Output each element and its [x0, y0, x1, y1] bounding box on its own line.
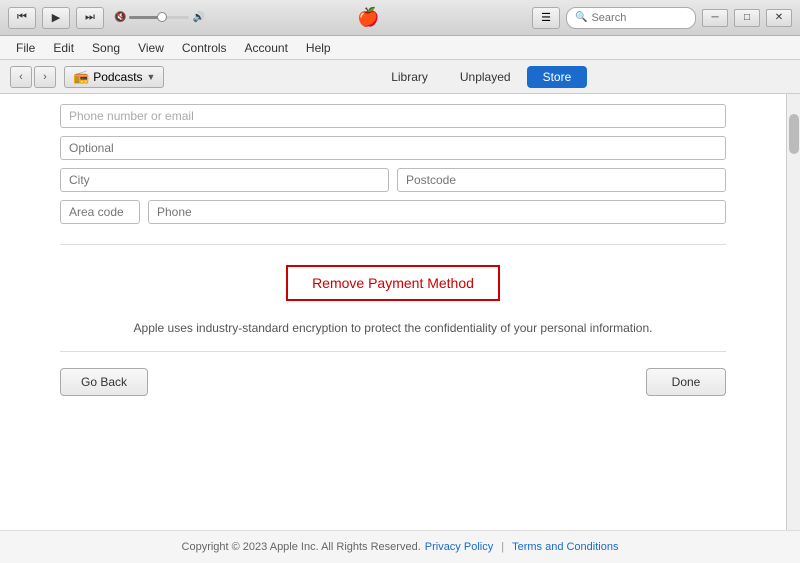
menu-view[interactable]: View	[130, 39, 172, 57]
play-button[interactable]: ▶	[42, 7, 70, 29]
search-input[interactable]	[591, 12, 687, 24]
done-button[interactable]: Done	[646, 368, 726, 396]
scrollbar[interactable]	[786, 94, 800, 530]
form-row-city	[60, 168, 726, 192]
go-back-button[interactable]: Go Back	[60, 368, 148, 396]
action-buttons: Go Back Done	[0, 368, 786, 396]
menu-bar: File Edit Song View Controls Account Hel…	[0, 36, 800, 60]
footer: Copyright © 2023 Apple Inc. All Rights R…	[0, 530, 800, 563]
title-bar-center: 🍎	[205, 7, 532, 28]
main-wrapper: Remove Payment Method Apple uses industr…	[0, 94, 800, 530]
divider-1	[60, 244, 726, 245]
address-line-input[interactable]	[60, 104, 726, 128]
nav-tabs: Library Unplayed Store	[172, 66, 790, 88]
apple-logo-icon: 🍎	[357, 7, 379, 28]
footer-privacy-link[interactable]: Privacy Policy	[425, 541, 493, 553]
menu-edit[interactable]: Edit	[45, 39, 82, 57]
postcode-input[interactable]	[397, 168, 726, 192]
footer-terms-link[interactable]: Terms and Conditions	[512, 541, 618, 553]
title-bar-right: ☰ 🔍 ─ □ ✕	[532, 7, 792, 29]
form-row-phone	[60, 200, 726, 224]
divider-2	[60, 351, 726, 352]
form-section-top	[0, 104, 786, 224]
volume-slider[interactable]: 🔇 🔊	[114, 12, 205, 23]
title-bar: ⏮ ▶ ⏭ 🔇 🔊 🍎 ☰ 🔍 ─ □ ✕	[0, 0, 800, 36]
tab-library[interactable]: Library	[375, 66, 444, 88]
scrollbar-thumb[interactable]	[789, 114, 799, 154]
list-view-button[interactable]: ☰	[532, 7, 560, 29]
menu-song[interactable]: Song	[84, 39, 128, 57]
form-row-toppartial	[60, 104, 726, 128]
menu-controls[interactable]: Controls	[174, 39, 235, 57]
rewind-button[interactable]: ⏮	[8, 7, 36, 29]
podcast-selector[interactable]: 📻 Podcasts ▼	[64, 66, 164, 88]
city-input[interactable]	[60, 168, 389, 192]
areacode-input[interactable]	[60, 200, 140, 224]
fast-forward-button[interactable]: ⏭	[76, 7, 104, 29]
footer-copyright: Copyright © 2023 Apple Inc. All Rights R…	[182, 541, 421, 553]
minimize-button[interactable]: ─	[702, 9, 728, 27]
maximize-button[interactable]: □	[734, 9, 760, 27]
playback-controls: ⏮ ▶ ⏭ 🔇 🔊	[8, 7, 205, 29]
close-button[interactable]: ✕	[766, 9, 792, 27]
remove-payment-container: Remove Payment Method	[0, 265, 786, 301]
nav-back-button[interactable]: ‹	[10, 66, 32, 88]
search-box: 🔍	[566, 7, 696, 29]
tab-unplayed[interactable]: Unplayed	[444, 66, 527, 88]
podcast-icon: 📻	[73, 69, 89, 85]
menu-account[interactable]: Account	[237, 39, 296, 57]
nav-arrows: ‹ ›	[10, 66, 56, 88]
footer-separator: |	[501, 541, 504, 553]
podcast-dropdown-icon: ▼	[147, 72, 156, 82]
tab-store[interactable]: Store	[527, 66, 588, 88]
search-icon: 🔍	[575, 12, 587, 23]
remove-payment-button[interactable]: Remove Payment Method	[286, 265, 500, 301]
optional-input[interactable]	[60, 136, 726, 160]
nav-bar: ‹ › 📻 Podcasts ▼ Library Unplayed Store	[0, 60, 800, 94]
nav-forward-button[interactable]: ›	[34, 66, 56, 88]
podcast-label: Podcasts	[93, 70, 142, 84]
menu-help[interactable]: Help	[298, 39, 339, 57]
encryption-notice: Apple uses industry-standard encryption …	[60, 321, 726, 335]
menu-file[interactable]: File	[8, 39, 43, 57]
content-area: Remove Payment Method Apple uses industr…	[0, 94, 786, 530]
phone-input[interactable]	[148, 200, 726, 224]
form-row-optional	[60, 136, 726, 160]
